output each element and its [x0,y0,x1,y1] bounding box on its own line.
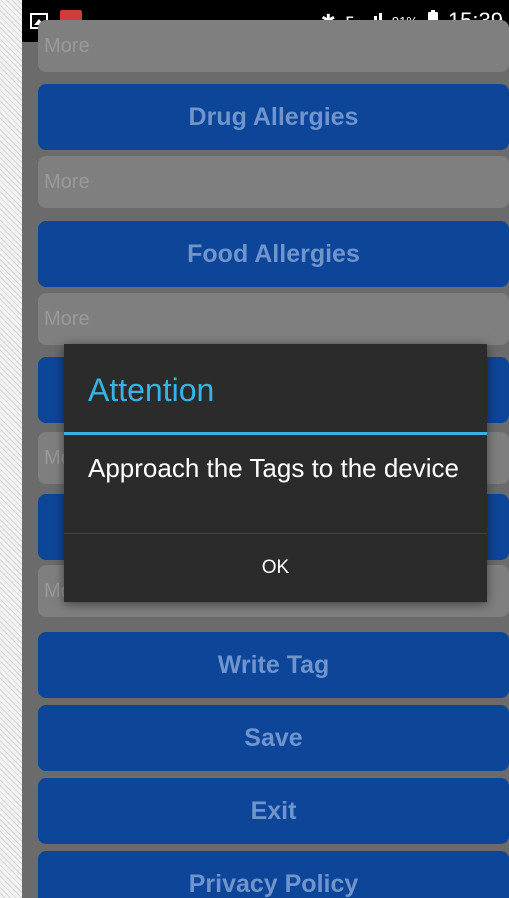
more-field[interactable]: More [38,20,509,72]
privacy-policy-button[interactable]: Privacy Policy [38,851,509,898]
drug-allergies-label: Drug Allergies [188,102,359,131]
exit-button[interactable]: Exit [38,778,509,844]
more-placeholder: More [44,170,90,193]
food-allergies-button[interactable]: Food Allergies [38,221,509,287]
privacy-policy-label: Privacy Policy [188,869,359,898]
exit-label: Exit [250,796,297,825]
background-margin [0,0,22,898]
ok-button[interactable]: OK [64,534,487,602]
attention-dialog: Attention Approach the Tags to the devic… [64,344,487,602]
more-placeholder: More [44,34,90,57]
dialog-title-divider [64,432,487,435]
save-button[interactable]: Save [38,705,509,771]
dialog-title: Attention [88,372,215,408]
drug-allergies-more-field[interactable]: More [38,156,509,208]
drug-allergies-button[interactable]: Drug Allergies [38,84,509,150]
more-placeholder: More [44,307,90,330]
food-allergies-more-field[interactable]: More [38,293,509,345]
phone-screen: ✱ E 91% 15:39 More Drug Allergies More F… [22,0,509,898]
save-label: Save [244,723,303,752]
dialog-message: Approach the Tags to the device [88,453,459,483]
write-tag-label: Write Tag [217,650,330,679]
write-tag-button[interactable]: Write Tag [38,632,509,698]
food-allergies-label: Food Allergies [187,239,360,268]
ok-label: OK [261,557,290,578]
